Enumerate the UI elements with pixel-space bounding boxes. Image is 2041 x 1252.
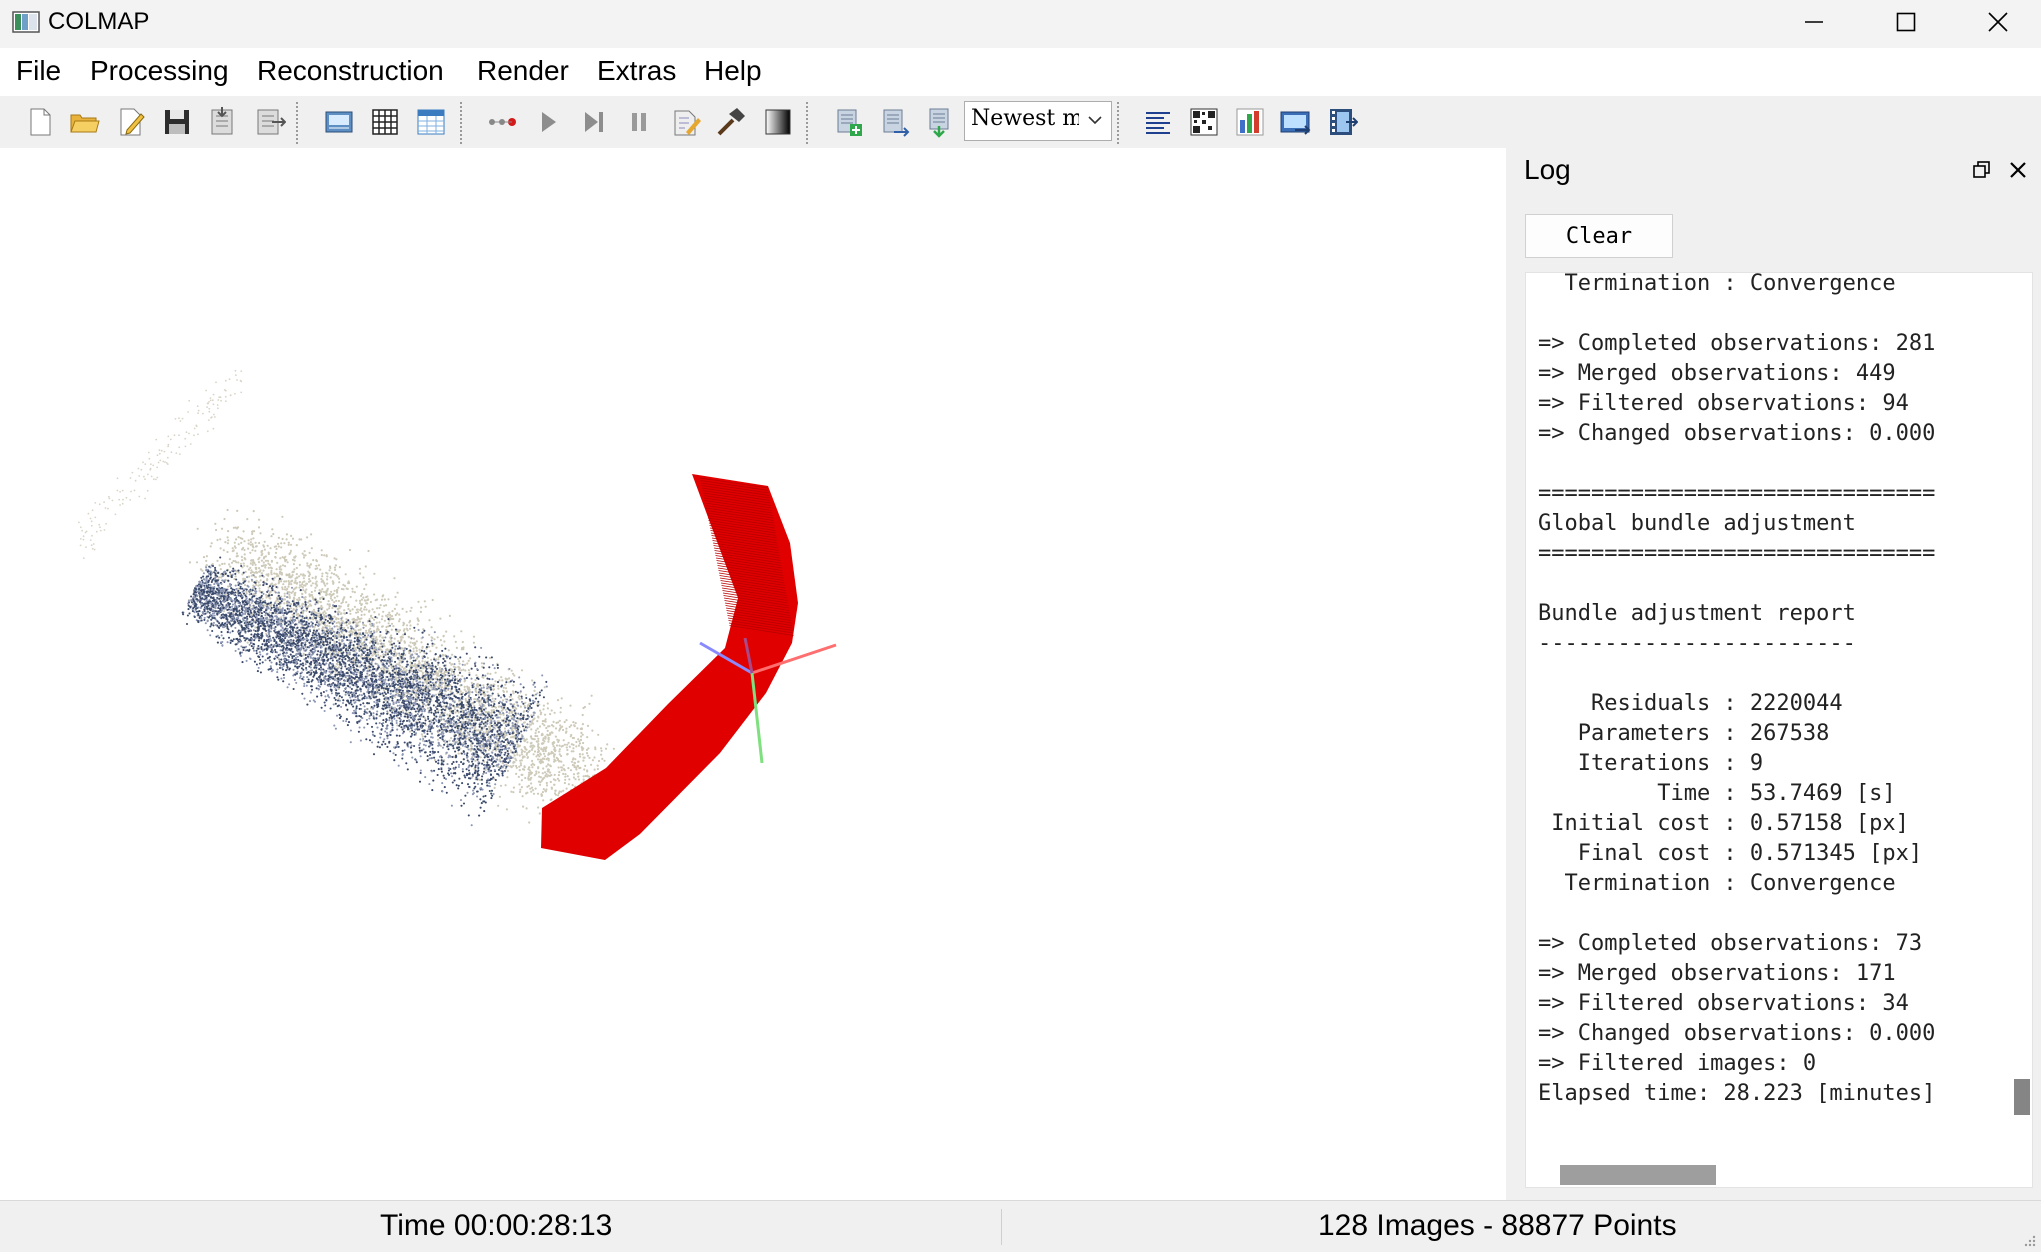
model-select-value: Newest model — [971, 106, 1079, 131]
maximize-icon — [1895, 11, 1917, 33]
menu-render[interactable]: Render — [477, 55, 569, 87]
dense-reconstruction-icon[interactable] — [762, 106, 794, 138]
minimize-icon — [1803, 11, 1825, 33]
window-title: COLMAP — [48, 8, 149, 36]
delete-model-icon[interactable] — [923, 106, 955, 138]
match-matrix-icon[interactable] — [1188, 106, 1220, 138]
feature-matching-icon[interactable] — [369, 106, 401, 138]
app-icon — [12, 10, 40, 34]
menu-help[interactable]: Help — [704, 55, 762, 87]
reconstruction-next-icon[interactable] — [578, 106, 610, 138]
log-horizontal-scrollbar[interactable] — [1526, 1153, 2011, 1187]
grab-image-icon[interactable] — [1279, 106, 1311, 138]
resize-grip-icon[interactable] — [2021, 1232, 2037, 1248]
log-dock-title: Log — [1524, 154, 1571, 186]
menu-bar: File Processing Reconstruction Render Ex… — [0, 48, 2041, 96]
statistics-icon[interactable] — [1234, 106, 1266, 138]
toolbar-separator — [806, 102, 808, 144]
reconstruction-reset-icon[interactable] — [670, 106, 702, 138]
status-divider — [1001, 1209, 1002, 1245]
reconstruction-scene[interactable] — [0, 148, 1506, 1200]
database-management-icon[interactable] — [415, 106, 447, 138]
log-horizontal-scroll-thumb[interactable] — [1560, 1165, 1716, 1185]
toolbar-separator — [460, 102, 462, 144]
clear-log-button[interactable]: Clear — [1525, 214, 1673, 258]
bundle-adjustment-icon[interactable] — [715, 106, 747, 138]
log-vertical-scroll-thumb[interactable] — [2014, 1079, 2030, 1115]
import-model-icon[interactable] — [206, 106, 238, 138]
float-dock-icon[interactable] — [1970, 158, 1994, 182]
close-dock-icon[interactable] — [2006, 158, 2030, 182]
toolbar-separator — [296, 102, 298, 144]
menu-reconstruction[interactable]: Reconstruction — [257, 55, 444, 87]
chevron-down-icon — [1085, 110, 1105, 130]
reconstruction-pause-icon[interactable] — [623, 106, 655, 138]
model-viewer[interactable] — [0, 148, 1506, 1200]
log-vertical-scrollbar[interactable] — [2011, 273, 2033, 1153]
menu-processing[interactable]: Processing — [90, 55, 229, 87]
grab-movie-icon[interactable] — [1326, 106, 1358, 138]
save-project-icon[interactable] — [161, 106, 193, 138]
feature-extraction-icon[interactable] — [323, 106, 355, 138]
reset-model-icon[interactable] — [878, 106, 910, 138]
log-text-area[interactable]: Termination : Convergence => Completed o… — [1525, 272, 2033, 1188]
log-icon[interactable] — [1142, 106, 1174, 138]
reconstruction-step-icon[interactable] — [532, 106, 564, 138]
camera-trajectory — [541, 474, 798, 860]
log-dock: Log Clear Termination : Convergence => C… — [1506, 148, 2041, 1200]
edit-project-icon[interactable] — [115, 106, 147, 138]
status-summary: 128 Images - 88877 Points — [1318, 1209, 1677, 1243]
menu-extras[interactable]: Extras — [597, 55, 676, 87]
close-window-button[interactable] — [1952, 0, 2041, 44]
close-icon — [1987, 11, 2009, 33]
status-bar: Time 00:00:28:13 128 Images - 88877 Poin… — [0, 1200, 2041, 1252]
reconstruction-start-icon[interactable] — [486, 106, 518, 138]
maximize-button[interactable] — [1860, 0, 1952, 44]
minimize-button[interactable] — [1768, 0, 1860, 44]
model-select[interactable]: Newest model — [964, 101, 1112, 141]
status-time: Time 00:00:28:13 — [380, 1209, 612, 1243]
log-text: Termination : Convergence => Completed o… — [1538, 272, 1935, 1109]
open-project-icon[interactable] — [68, 106, 100, 138]
export-model-icon[interactable] — [254, 106, 286, 138]
toolbar-separator — [1117, 102, 1119, 144]
menu-file[interactable]: File — [16, 55, 61, 87]
title-bar: COLMAP — [0, 0, 2041, 48]
add-model-icon[interactable] — [832, 106, 864, 138]
new-project-icon[interactable] — [24, 106, 56, 138]
